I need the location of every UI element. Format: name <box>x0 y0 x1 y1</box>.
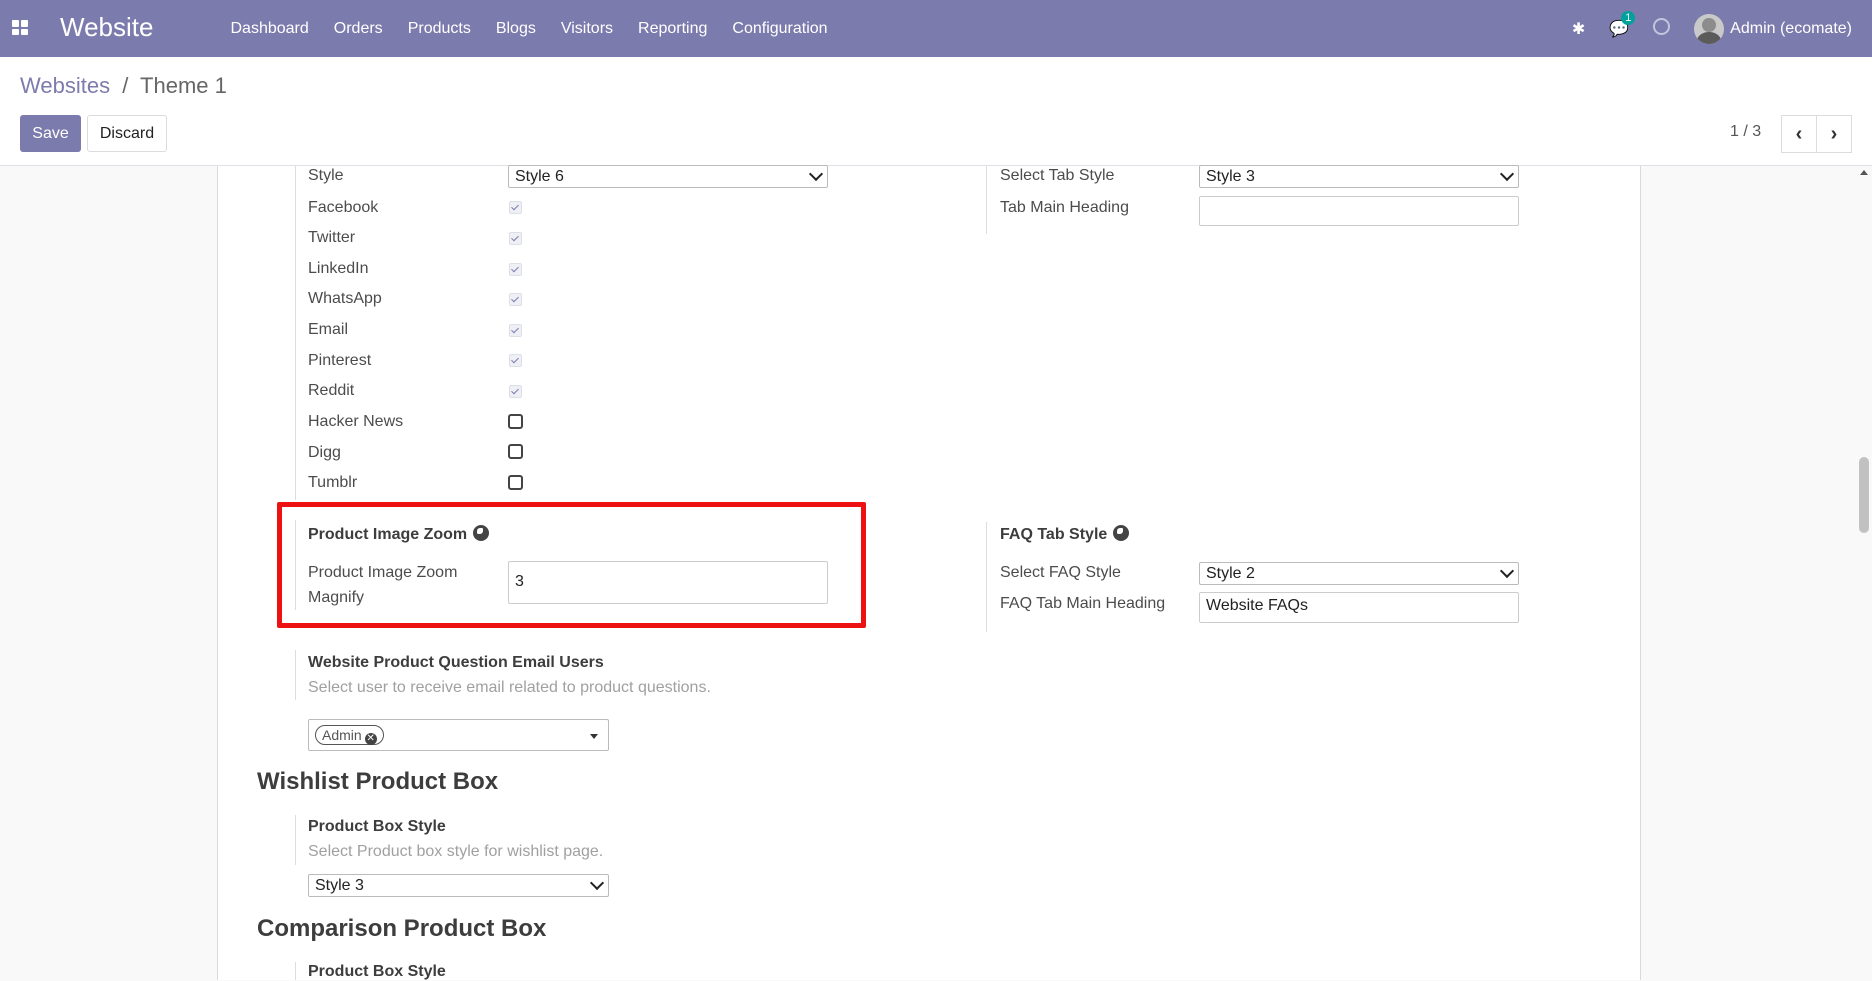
select-faq-style-label: Select FAQ Style <box>1000 564 1121 581</box>
pager-buttons: ‹ › <box>1781 115 1852 153</box>
tab-main-heading-input[interactable] <box>1199 196 1519 226</box>
whatsapp-label: WhatsApp <box>308 290 382 307</box>
pager-previous-icon[interactable]: ‹ <box>1781 115 1817 153</box>
question-divider <box>295 650 296 700</box>
chevron-down-icon <box>808 166 824 182</box>
tab-main-heading-label: Tab Main Heading <box>1000 199 1129 216</box>
pinterest-label: Pinterest <box>308 352 372 369</box>
remove-tag-icon[interactable]: ✕ <box>364 733 377 745</box>
breadcrumb: Websites / Theme 1 <box>20 73 227 99</box>
reddit-label: Reddit <box>308 382 355 399</box>
linkedin-label: LinkedIn <box>308 260 369 277</box>
chevron-down-icon <box>1499 563 1515 579</box>
wishlist-style-select[interactable]: Style 3 <box>308 874 609 897</box>
faq-style-select[interactable]: Style 2 <box>1199 562 1519 585</box>
apps-menu-icon[interactable] <box>12 20 28 35</box>
menu-dashboard[interactable]: Dashboard <box>218 20 321 38</box>
faq-tab-style-title: FAQ Tab Style <box>1000 525 1130 544</box>
discard-button[interactable]: Discard <box>87 115 167 152</box>
magnify-label-line2: Magnify <box>308 589 365 606</box>
bug-icon[interactable]: ✱ <box>1572 19 1585 39</box>
facebook-checkbox[interactable] <box>509 201 522 214</box>
product-image-zoom-title: Product Image Zoom <box>308 525 490 544</box>
control-panel: Websites / Theme 1 Save Discard 1 / 3 ‹ … <box>0 57 1872 166</box>
question-users-input[interactable]: Admin ✕ <box>308 719 609 751</box>
pinterest-checkbox[interactable] <box>509 354 522 367</box>
facebook-label: Facebook <box>308 199 379 216</box>
linkedin-checkbox[interactable] <box>509 263 522 276</box>
tab-style-select-value: Style 3 <box>1206 168 1255 185</box>
whatsapp-checkbox[interactable] <box>509 293 522 306</box>
pager-value[interactable]: 1 / 3 <box>1730 123 1761 141</box>
breadcrumb-separator: / <box>122 73 129 98</box>
wishlist-box-style-label: Product Box Style <box>308 818 446 835</box>
user-menu[interactable]: Admin (ecomate) <box>1694 13 1852 44</box>
dropdown-caret-icon[interactable] <box>590 734 598 739</box>
systray: ✱ 💬 1 Admin (ecomate) <box>1572 0 1872 57</box>
messages-icon[interactable]: 💬 1 <box>1609 10 1636 39</box>
pager-next-icon[interactable]: › <box>1817 115 1852 153</box>
user-tag: Admin ✕ <box>315 725 384 745</box>
hacker-news-label: Hacker News <box>308 413 404 430</box>
digg-checkbox[interactable] <box>508 444 523 459</box>
digg-label: Digg <box>308 444 341 461</box>
comparison-box-style-label: Product Box Style <box>308 963 446 980</box>
globe-icon <box>473 525 490 541</box>
twitter-checkbox[interactable] <box>509 232 522 245</box>
twitter-label: Twitter <box>308 229 356 246</box>
menu-orders[interactable]: Orders <box>321 20 395 38</box>
tumblr-checkbox[interactable] <box>508 475 523 490</box>
magnify-input[interactable]: 3 <box>508 561 828 604</box>
select-tab-style-label: Select Tab Style <box>1000 167 1115 184</box>
main-menu: Dashboard Orders Products Blogs Visitors… <box>218 0 840 57</box>
email-label: Email <box>308 321 349 338</box>
reddit-checkbox[interactable] <box>509 385 522 398</box>
messages-badge: 1 <box>1621 10 1636 25</box>
chevron-down-icon <box>1499 166 1515 182</box>
chevron-down-icon <box>589 875 605 891</box>
scrollbar-thumb[interactable] <box>1859 457 1869 533</box>
style-select[interactable]: Style 6 <box>508 165 828 188</box>
group-divider-left <box>295 166 296 500</box>
wishlist-style-select-value: Style 3 <box>315 877 364 894</box>
activity-clock-icon[interactable] <box>1653 17 1671 40</box>
menu-products[interactable]: Products <box>395 20 483 38</box>
hacker-news-checkbox[interactable] <box>508 414 523 429</box>
product-image-zoom-title-text: Product Image Zoom <box>308 526 468 543</box>
avatar <box>1694 13 1725 44</box>
style-select-value: Style 6 <box>515 168 564 185</box>
scroll-up-icon[interactable] <box>1860 170 1868 175</box>
email-checkbox[interactable] <box>509 324 522 337</box>
question-users-title: Website Product Question Email Users <box>308 654 604 671</box>
tumblr-label: Tumblr <box>308 474 358 491</box>
breadcrumb-current: Theme 1 <box>140 73 227 98</box>
menu-blogs[interactable]: Blogs <box>483 20 548 38</box>
menu-visitors[interactable]: Visitors <box>548 20 625 38</box>
faq-tab-style-title-text: FAQ Tab Style <box>1000 526 1108 543</box>
user-name: Admin (ecomate) <box>1730 19 1852 37</box>
breadcrumb-websites[interactable]: Websites <box>20 73 110 98</box>
user-tag-label: Admin <box>322 727 362 743</box>
faq-divider <box>986 522 987 632</box>
faq-heading-label: FAQ Tab Main Heading <box>1000 595 1166 612</box>
comparison-divider <box>295 962 296 980</box>
wishlist-help: Select Product box style for wishlist pa… <box>308 843 604 860</box>
tab-style-select[interactable]: Style 3 <box>1199 165 1519 188</box>
faq-heading-input[interactable]: Website FAQs <box>1199 592 1519 623</box>
scrollbar[interactable] <box>1856 166 1872 980</box>
wishlist-heading: Wishlist Product Box <box>257 768 499 795</box>
menu-configuration[interactable]: Configuration <box>720 20 840 38</box>
faq-style-select-value: Style 2 <box>1206 565 1255 582</box>
magnify-label-line1: Product Image Zoom <box>308 564 458 581</box>
question-users-help: Select user to receive email related to … <box>308 679 711 696</box>
top-navbar: Website Dashboard Orders Products Blogs … <box>0 0 1872 57</box>
style-label: Style <box>308 167 344 184</box>
app-name[interactable]: Website <box>60 12 153 43</box>
group-divider-right <box>986 166 987 234</box>
comparison-heading: Comparison Product Box <box>257 915 547 942</box>
wishlist-divider <box>295 815 296 865</box>
save-button[interactable]: Save <box>20 115 81 152</box>
globe-icon <box>1113 525 1130 541</box>
menu-reporting[interactable]: Reporting <box>626 20 720 38</box>
